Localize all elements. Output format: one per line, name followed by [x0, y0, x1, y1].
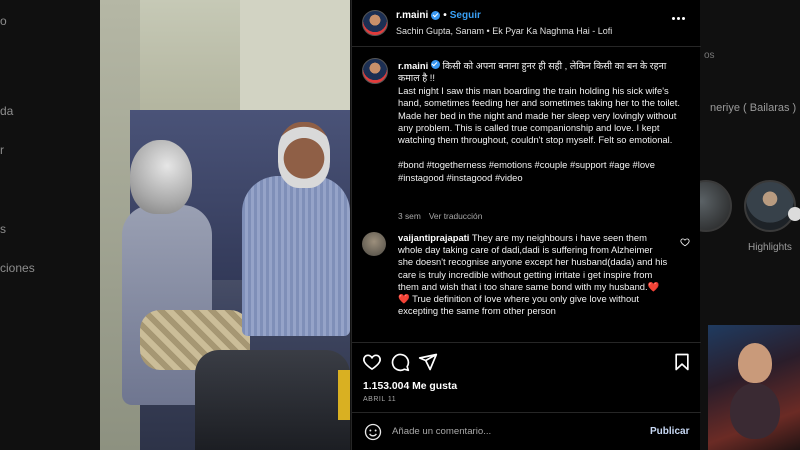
- video-player[interactable]: [100, 0, 350, 450]
- background-poster-image: [708, 325, 800, 450]
- comments-section[interactable]: r.maini किसी को अपना बनाना हुनर ही सही ,…: [352, 48, 701, 342]
- highlight-thumbnail: [700, 180, 732, 232]
- background-text: r: [0, 143, 4, 157]
- background-text: os: [704, 50, 715, 61]
- post-details-panel: r.maini • Seguir Sachin Gupta, Sanam • E…: [351, 0, 701, 450]
- caption-username[interactable]: r.maini: [398, 60, 428, 71]
- background-left: o da r s ciones: [0, 0, 100, 450]
- author-row: r.maini • Seguir: [396, 10, 481, 21]
- comment-body-end: True definition of love where you only g…: [398, 293, 639, 317]
- comment-username[interactable]: vaijantiprajapati: [398, 232, 469, 243]
- caption-text: r.maini किसी को अपना बनाना हुनर ही सही ,…: [398, 60, 688, 184]
- next-arrow-icon: [788, 207, 800, 221]
- comment-input[interactable]: Añade un comentario...: [392, 426, 491, 437]
- verified-badge-icon: [430, 60, 440, 69]
- comment-icon[interactable]: [390, 352, 410, 372]
- background-text: neriye ( Bailaras ) | Mile: [710, 102, 800, 114]
- instagram-post-modal: o da r s ciones os neriye ( Bailaras ) |…: [0, 0, 800, 450]
- comment-like-heart-icon[interactable]: [680, 237, 690, 247]
- highlights-label: Highlights: [748, 242, 792, 253]
- more-icon[interactable]: [672, 17, 685, 20]
- avatar[interactable]: [362, 58, 388, 84]
- author-username[interactable]: r.maini: [396, 10, 428, 21]
- time-ago: 3 sem: [398, 211, 421, 221]
- send-icon[interactable]: [418, 352, 438, 372]
- follow-button[interactable]: Seguir: [450, 10, 481, 21]
- background-text: s: [0, 222, 6, 236]
- caption-body: Last night I saw this man boarding the t…: [398, 84, 680, 146]
- comment-text: vaijantiprajapati They are my neighbours…: [398, 232, 670, 317]
- audio-track[interactable]: Sachin Gupta, Sanam • Ek Pyar Ka Naghma …: [396, 26, 612, 36]
- avatar[interactable]: [362, 10, 388, 36]
- verified-badge-icon: [431, 11, 441, 20]
- separator-dot: •: [443, 10, 447, 21]
- post-date: ABRIL 11: [363, 396, 397, 403]
- caption-hashtags[interactable]: #bond #togetherness #emotions #couple #s…: [398, 159, 655, 182]
- emoji-icon[interactable]: [364, 423, 382, 441]
- background-text: ciones: [0, 261, 35, 275]
- post-actions: 1.153.004 Me gusta ABRIL 11: [352, 342, 701, 412]
- see-translation-link[interactable]: Ver traducción: [429, 211, 483, 221]
- highlight-thumbnail: [744, 180, 796, 232]
- comment-composer: Añade un comentario... Publicar: [352, 412, 701, 450]
- video-frame-object: [338, 370, 350, 420]
- publish-button[interactable]: Publicar: [650, 426, 689, 437]
- caption-meta: 3 sem Ver traducción: [398, 211, 482, 221]
- video-frame-woman-head: [130, 140, 192, 214]
- video-frame-bag: [195, 350, 350, 450]
- background-text: o: [0, 14, 7, 28]
- background-right: os neriye ( Bailaras ) | Mile Highlights: [700, 0, 800, 450]
- avatar[interactable]: [362, 232, 386, 256]
- video-frame-man-head: [278, 122, 330, 188]
- video-frame-man: [242, 176, 350, 336]
- background-text: da: [0, 104, 14, 118]
- likes-count[interactable]: 1.153.004 Me gusta: [363, 381, 457, 392]
- bookmark-icon[interactable]: [672, 352, 692, 372]
- post-header: r.maini • Seguir Sachin Gupta, Sanam • E…: [352, 0, 701, 47]
- heart-icon[interactable]: [362, 352, 382, 372]
